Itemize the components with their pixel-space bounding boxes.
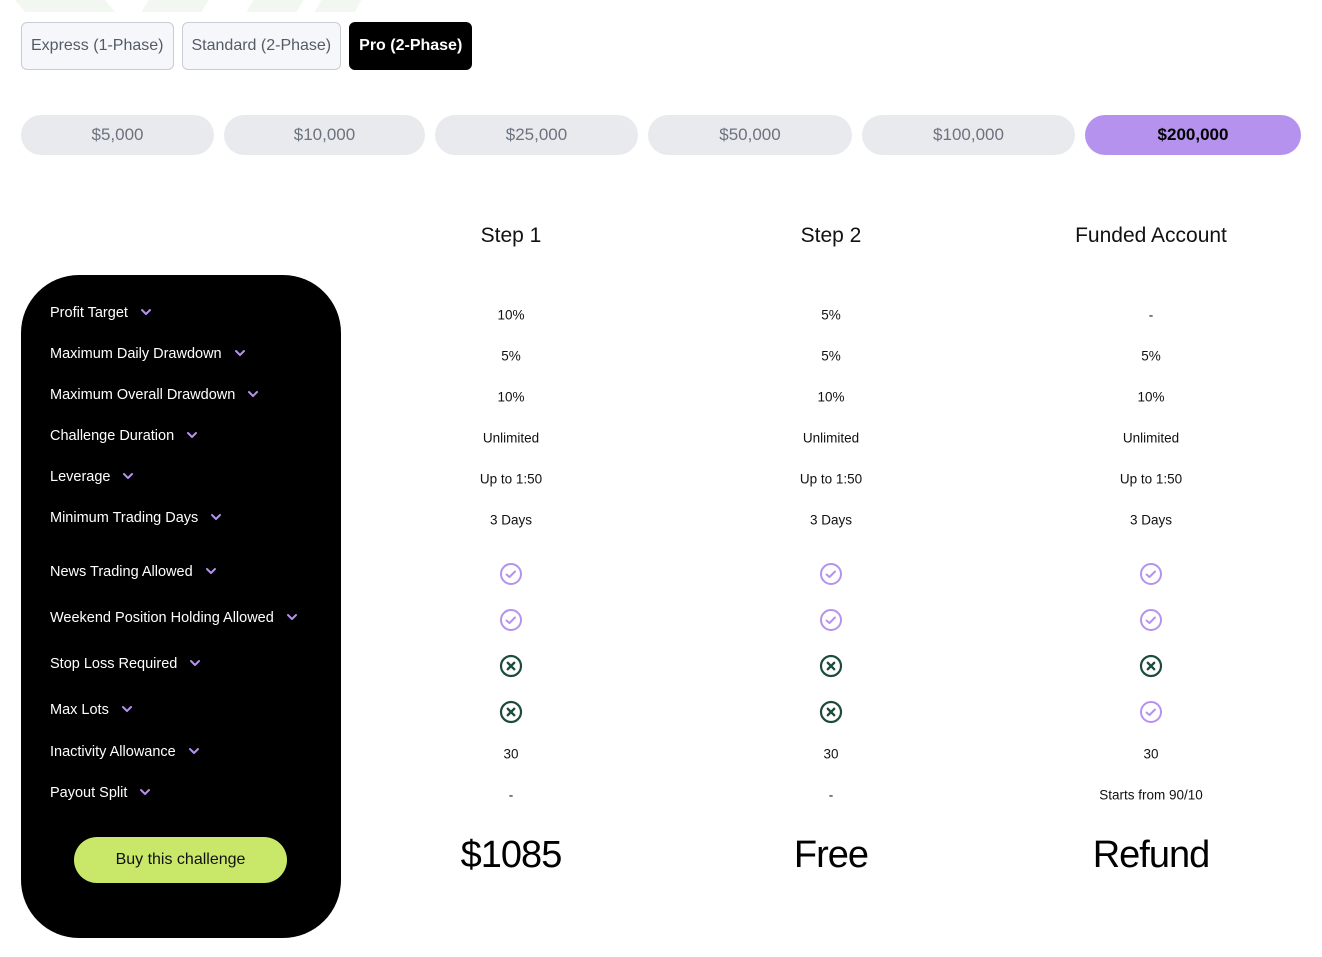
value-cell: Unlimited bbox=[802, 430, 860, 446]
rule-leverage[interactable]: Leverage bbox=[50, 469, 134, 485]
value-cell: 3 Days bbox=[489, 512, 533, 528]
value-cell: Unlimited bbox=[482, 430, 540, 446]
value-cell: 5% bbox=[501, 348, 521, 364]
rule-label: Payout Split bbox=[50, 785, 128, 801]
rule-label: Inactivity Allowance bbox=[50, 744, 176, 760]
value-cell: Up to 1:50 bbox=[479, 471, 543, 487]
rule-weekend-position-holding-allowed[interactable]: Weekend Position Holding Allowed bbox=[50, 610, 298, 626]
rule-challenge-duration[interactable]: Challenge Duration bbox=[50, 428, 198, 444]
rule-label: Stop Loss Required bbox=[50, 656, 178, 672]
rule-label: News Trading Allowed bbox=[50, 564, 193, 580]
value-cell: - bbox=[1148, 307, 1154, 323]
check-circle-icon bbox=[991, 608, 1311, 632]
x-circle-icon bbox=[671, 654, 991, 678]
value-cell: Unlimited bbox=[1122, 430, 1180, 446]
size-5000-button[interactable]: $5,000 bbox=[21, 115, 214, 155]
chevron-down-icon[interactable] bbox=[210, 513, 222, 523]
chevron-down-icon[interactable] bbox=[247, 390, 259, 400]
value-cell: 5% bbox=[821, 307, 841, 323]
value-cell: Starts from 90/10 bbox=[1099, 787, 1203, 803]
column-header-funded: Funded Account bbox=[1075, 224, 1227, 247]
value-cell: 3 Days bbox=[809, 512, 853, 528]
size-200000-button[interactable]: $200,000 bbox=[1085, 115, 1301, 155]
x-circle-icon bbox=[351, 700, 671, 724]
chevron-down-icon[interactable] bbox=[122, 472, 134, 482]
rule-label: Challenge Duration bbox=[50, 428, 175, 444]
rule-payout-split[interactable]: Payout Split bbox=[50, 785, 151, 801]
value-cell: 5% bbox=[821, 348, 841, 364]
rule-label: Weekend Position Holding Allowed bbox=[50, 610, 274, 626]
chevron-down-icon[interactable] bbox=[286, 613, 298, 623]
check-circle-icon bbox=[351, 608, 671, 632]
rule-label: Leverage bbox=[50, 469, 111, 485]
chevron-down-icon[interactable] bbox=[140, 308, 152, 318]
size-25000-button[interactable]: $25,000 bbox=[435, 115, 638, 155]
chevron-down-icon[interactable] bbox=[188, 747, 200, 757]
value-cell: 30 bbox=[503, 746, 519, 762]
column-header-step-2: Step 2 bbox=[800, 224, 862, 247]
rule-maximum-daily-drawdown[interactable]: Maximum Daily Drawdown bbox=[50, 346, 246, 362]
rule-label: Max Lots bbox=[50, 702, 109, 718]
value-cell: 10% bbox=[1137, 389, 1165, 405]
rule-stop-loss-required[interactable]: Stop Loss Required bbox=[50, 656, 201, 672]
chevron-down-icon[interactable] bbox=[186, 431, 198, 441]
account-size-tabs: $5,000 $10,000 $25,000 $50,000 $100,000 … bbox=[21, 115, 1301, 155]
size-100000-button[interactable]: $100,000 bbox=[862, 115, 1075, 155]
chevron-down-icon[interactable] bbox=[189, 659, 201, 669]
chevron-down-icon[interactable] bbox=[139, 788, 151, 798]
value-cell: 30 bbox=[1143, 746, 1159, 762]
price-step-1: $1085 bbox=[460, 834, 563, 876]
value-cell: 10% bbox=[817, 389, 845, 405]
value-cell: 5% bbox=[1141, 348, 1161, 364]
value-cell: 10% bbox=[497, 307, 525, 323]
value-cell: - bbox=[508, 787, 514, 803]
value-cell: Up to 1:50 bbox=[799, 471, 863, 487]
rule-maximum-overall-drawdown[interactable]: Maximum Overall Drawdown bbox=[50, 387, 259, 403]
value-cell: Up to 1:50 bbox=[1119, 471, 1183, 487]
tab-standard[interactable]: Standard (2-Phase) bbox=[181, 22, 342, 70]
check-circle-icon bbox=[991, 562, 1311, 586]
rule-label: Minimum Trading Days bbox=[50, 510, 199, 526]
chevron-down-icon[interactable] bbox=[234, 349, 246, 359]
tab-express[interactable]: Express (1-Phase) bbox=[21, 22, 174, 70]
check-circle-icon bbox=[991, 700, 1311, 724]
rule-label: Profit Target bbox=[50, 305, 128, 321]
value-cell: 30 bbox=[823, 746, 839, 762]
check-circle-icon bbox=[671, 562, 991, 586]
decorative-stripe bbox=[314, 0, 362, 12]
price-funded: Refund bbox=[1092, 834, 1211, 876]
rule-profit-target[interactable]: Profit Target bbox=[50, 305, 152, 321]
rule-label: Maximum Overall Drawdown bbox=[50, 387, 236, 403]
check-circle-icon bbox=[351, 562, 671, 586]
decorative-stripe bbox=[141, 0, 209, 12]
value-cell: 10% bbox=[497, 389, 525, 405]
plan-type-tabs: Express (1-Phase) Standard (2-Phase) Pro… bbox=[21, 22, 473, 70]
rule-label: Maximum Daily Drawdown bbox=[50, 346, 222, 362]
rule-minimum-trading-days[interactable]: Minimum Trading Days bbox=[50, 510, 222, 526]
buy-challenge-button[interactable]: Buy this challenge bbox=[74, 837, 287, 883]
tab-pro[interactable]: Pro (2-Phase) bbox=[349, 22, 473, 70]
value-cell: - bbox=[828, 787, 834, 803]
decorative-stripe bbox=[246, 0, 304, 12]
chevron-down-icon[interactable] bbox=[121, 705, 133, 715]
price-step-2: Free bbox=[793, 834, 869, 876]
check-circle-icon bbox=[671, 608, 991, 632]
chevron-down-icon[interactable] bbox=[205, 567, 217, 577]
x-circle-icon bbox=[991, 654, 1311, 678]
x-circle-icon bbox=[671, 700, 991, 724]
size-50000-button[interactable]: $50,000 bbox=[648, 115, 852, 155]
decorative-stripe bbox=[14, 0, 116, 12]
value-cell: 3 Days bbox=[1129, 512, 1173, 528]
rule-inactivity-allowance[interactable]: Inactivity Allowance bbox=[50, 744, 200, 760]
rules-panel: Buy this challenge Profit Target Maximum … bbox=[21, 275, 341, 938]
size-10000-button[interactable]: $10,000 bbox=[224, 115, 425, 155]
rule-news-trading-allowed[interactable]: News Trading Allowed bbox=[50, 564, 217, 580]
rule-max-lots[interactable]: Max Lots bbox=[50, 702, 133, 718]
column-header-step-1: Step 1 bbox=[480, 224, 542, 247]
x-circle-icon bbox=[351, 654, 671, 678]
